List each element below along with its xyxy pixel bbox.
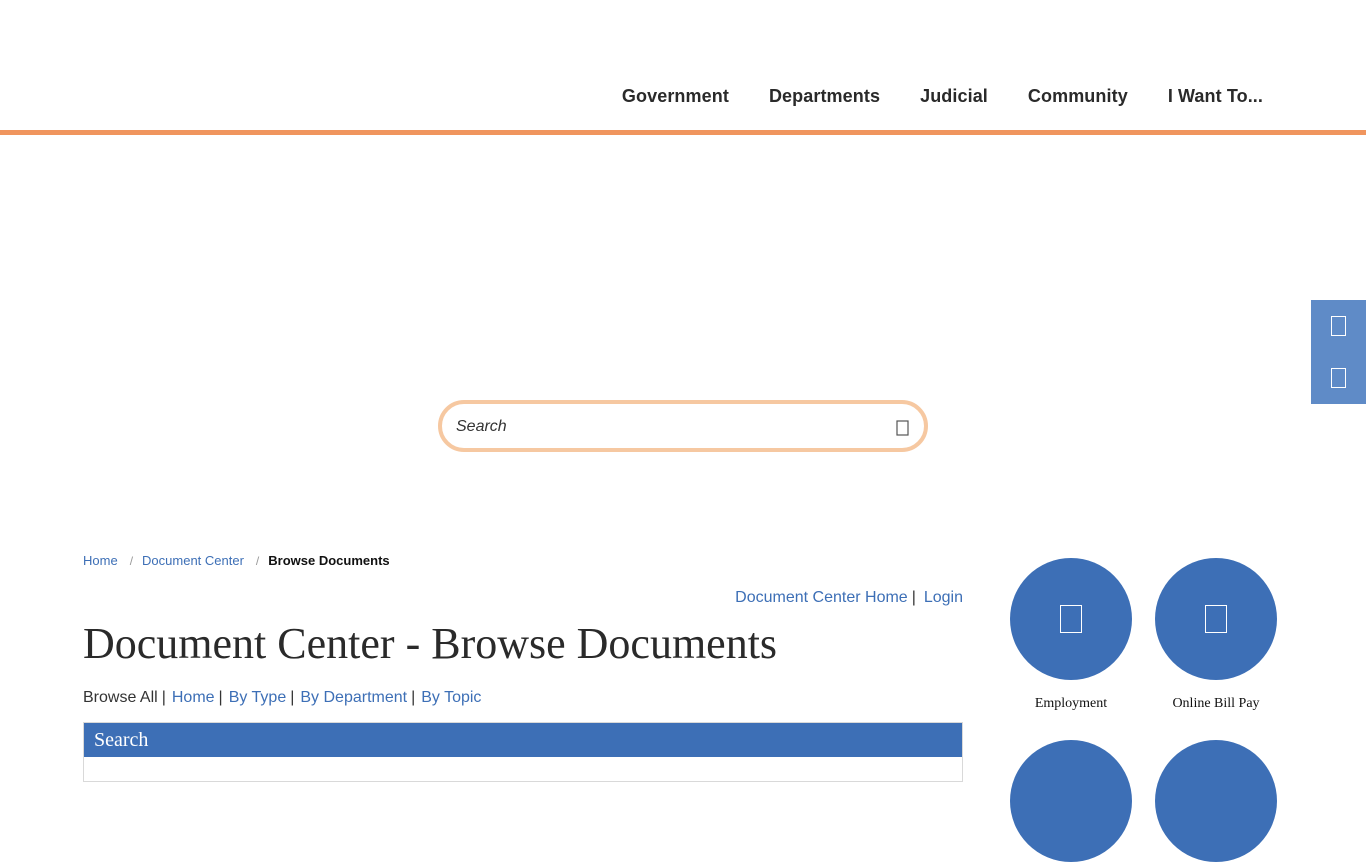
browse-by-department-link[interactable]: By Department [300, 689, 407, 706]
breadcrumb: Home / Document Center / Browse Document… [83, 553, 390, 568]
nav-government[interactable]: Government [622, 86, 729, 107]
browse-all-label: Browse All [83, 689, 158, 706]
side-tools [1311, 300, 1366, 404]
quick-link-employment[interactable]: Employment [1010, 558, 1132, 711]
breadcrumb-home[interactable]: Home [83, 553, 118, 568]
link-separator: | [911, 589, 916, 606]
site-header: Government Departments Judicial Communit… [0, 0, 1366, 130]
link-separator: | [290, 689, 295, 706]
bill-pay-icon [1205, 605, 1227, 633]
breadcrumb-current: Browse Documents [268, 553, 390, 568]
browse-by-type-link[interactable]: By Type [229, 689, 287, 706]
quick-link-label: Employment [1034, 696, 1108, 711]
header-divider [0, 130, 1366, 135]
document-search-panel: Search [83, 722, 963, 782]
breadcrumb-separator: / [255, 553, 260, 568]
search-panel-header: Search [84, 723, 962, 757]
quick-link-circle [1010, 740, 1132, 862]
search-input[interactable] [454, 413, 878, 441]
side-tool-icon-2 [1331, 368, 1346, 388]
nav-community[interactable]: Community [1028, 86, 1128, 107]
link-separator: | [161, 689, 166, 706]
document-center-links: Document Center Home | Login [735, 589, 963, 607]
quick-link-circle [1155, 740, 1277, 862]
side-tool-button-2[interactable] [1311, 352, 1366, 404]
nav-i-want-to[interactable]: I Want To... [1168, 86, 1263, 107]
quick-link-circle [1010, 558, 1132, 680]
document-center-home-link[interactable]: Document Center Home [735, 589, 908, 606]
nav-judicial[interactable]: Judicial [920, 86, 988, 107]
quick-link-circle [1155, 558, 1277, 680]
link-separator: | [411, 689, 416, 706]
page-title: Document Center - Browse Documents [83, 619, 778, 668]
quick-link-3[interactable] [1010, 740, 1132, 862]
quick-link-online-bill-pay[interactable]: Online Bill Pay [1155, 558, 1277, 711]
browse-by-topic-link[interactable]: By Topic [421, 689, 481, 706]
nav-departments[interactable]: Departments [769, 86, 880, 107]
quick-link-label: Online Bill Pay [1172, 696, 1260, 711]
side-tool-icon-1 [1331, 316, 1346, 336]
browse-links: Browse All | Home | By Type | By Department | By… [83, 689, 481, 707]
main-nav: Government Departments Judicial Communit… [622, 86, 1263, 107]
side-tool-button-1[interactable] [1311, 300, 1366, 352]
login-link[interactable]: Login [924, 589, 963, 606]
site-search [438, 400, 928, 452]
link-separator: | [218, 689, 223, 706]
breadcrumb-document-center[interactable]: Document Center [142, 553, 244, 568]
breadcrumb-separator: / [129, 553, 134, 568]
browse-home-link[interactable]: Home [172, 689, 215, 706]
search-icon[interactable] [894, 418, 912, 438]
employment-icon [1060, 605, 1082, 633]
quick-link-4[interactable] [1155, 740, 1277, 862]
